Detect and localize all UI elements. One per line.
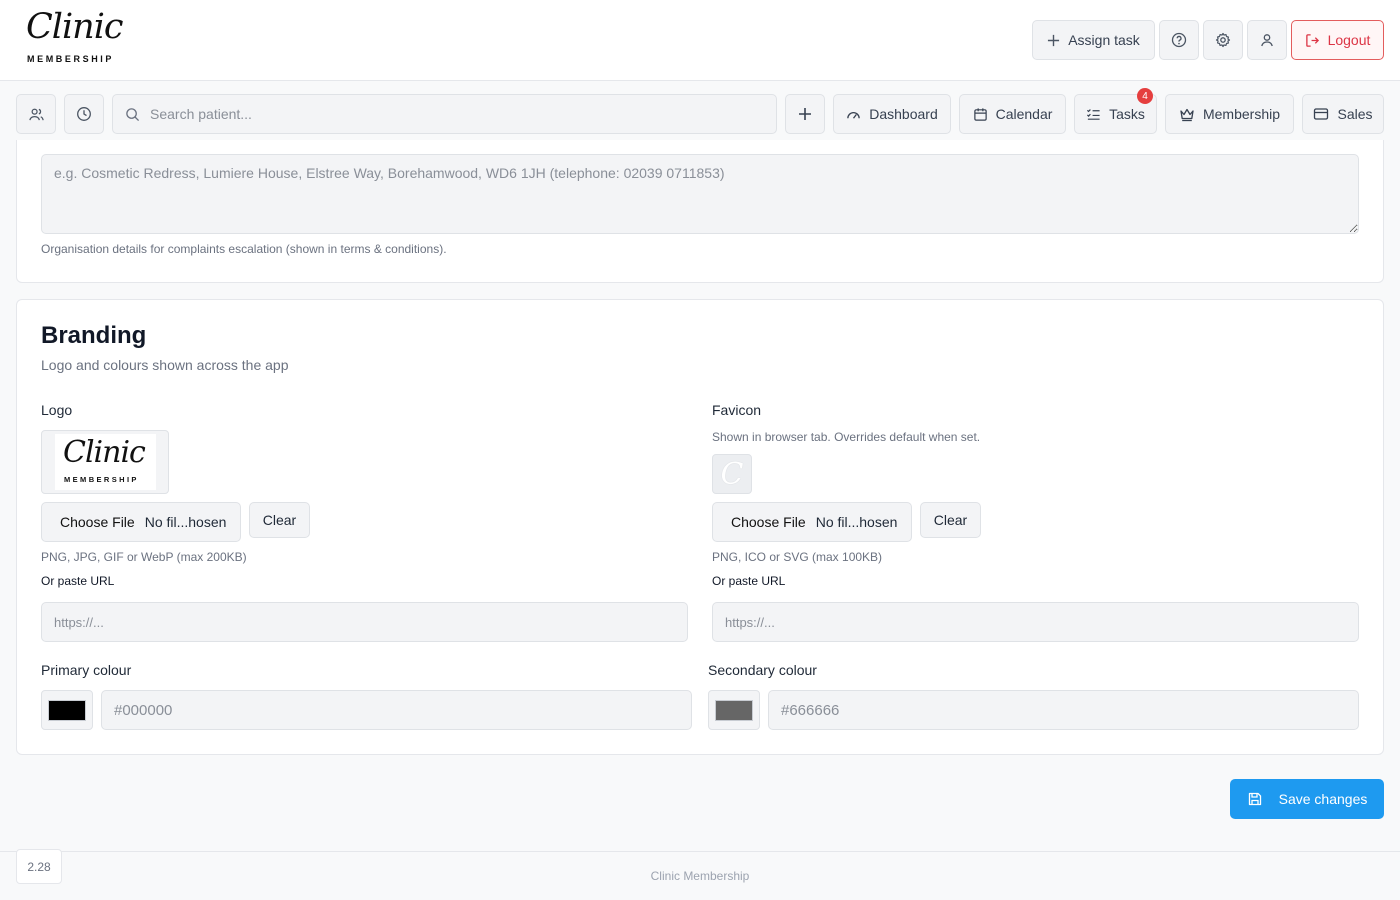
- nav-tasks-label: Tasks: [1109, 106, 1145, 122]
- top-bar: Clinic MEMBERSHIP Assign task Logout: [0, 0, 1400, 81]
- complaints-address-input[interactable]: [41, 154, 1359, 234]
- nav-calendar[interactable]: Calendar: [959, 94, 1066, 134]
- assign-task-label: Assign task: [1068, 32, 1140, 48]
- secondary-colour-swatch: [715, 700, 753, 721]
- primary-colour-input[interactable]: [101, 690, 692, 730]
- branding-subtitle: Logo and colours shown across the app: [41, 357, 289, 373]
- logout-icon: [1305, 33, 1319, 47]
- favicon-file-status: No fil...hosen: [815, 514, 898, 530]
- complaints-card: Organisation details for complaints esca…: [16, 140, 1384, 283]
- profile-button[interactable]: [1247, 20, 1287, 60]
- plus-icon: [1048, 34, 1060, 46]
- secondary-colour-input[interactable]: [768, 690, 1359, 730]
- logo-url-input[interactable]: [41, 602, 688, 642]
- primary-colour-label: Primary colour: [41, 662, 132, 678]
- gear-icon: [1215, 32, 1231, 48]
- logout-label: Logout: [1327, 32, 1371, 48]
- favicon-file-input[interactable]: Choose File No fil...hosen: [712, 502, 912, 542]
- nav-bar: Dashboard Calendar Tasks 4 Membership Sa…: [0, 81, 1400, 147]
- primary-colour-swatch: [48, 700, 86, 721]
- nav-sales[interactable]: Sales: [1302, 94, 1384, 134]
- logo-script-text: Clinic: [26, 7, 124, 47]
- footer: Clinic Membership: [0, 851, 1400, 900]
- crown-icon: [1180, 108, 1194, 121]
- logo-choose-file[interactable]: Choose File: [42, 514, 145, 530]
- nav-tasks[interactable]: Tasks 4: [1074, 88, 1157, 134]
- search-icon: [126, 107, 140, 121]
- checklist-icon: [1087, 108, 1100, 120]
- nav-membership-label: Membership: [1202, 106, 1281, 122]
- favicon-choose-file[interactable]: Choose File: [713, 514, 816, 530]
- version-badge: 2.28: [16, 849, 62, 884]
- save-icon: [1248, 792, 1261, 806]
- favicon-preview: C: [712, 454, 752, 494]
- branding-title: Branding: [41, 322, 147, 349]
- favicon-description: Shown in browser tab. Overrides default …: [712, 430, 981, 444]
- logo-preview: Clinic MEMBERSHIP: [41, 430, 169, 494]
- add-button[interactable]: [785, 94, 825, 134]
- complaints-help-text: Organisation details for complaints esca…: [41, 242, 447, 256]
- favicon-help-text: PNG, ICO or SVG (max 100KB): [712, 550, 883, 564]
- favicon-clear-button[interactable]: Clear: [920, 502, 981, 538]
- history-button[interactable]: [64, 94, 104, 134]
- logo-file-status: No fil...hosen: [144, 514, 227, 530]
- logo-clear-button[interactable]: Clear: [249, 502, 310, 538]
- logout-button[interactable]: Logout: [1291, 20, 1384, 60]
- settings-button[interactable]: [1203, 20, 1243, 60]
- logo-label: Logo: [41, 402, 73, 418]
- nav-dashboard-label: Dashboard: [869, 106, 938, 122]
- nav-membership[interactable]: Membership: [1165, 94, 1294, 134]
- plus-icon: [799, 108, 811, 120]
- logo-help-text: PNG, JPG, GIF or WebP (max 200KB): [41, 550, 247, 564]
- gauge-icon: [847, 111, 861, 119]
- app-logo[interactable]: Clinic MEMBERSHIP: [24, 7, 128, 68]
- save-changes-label: Save changes: [1278, 791, 1368, 807]
- nav-sales-label: Sales: [1337, 106, 1373, 122]
- favicon-preview-glyph: C: [720, 456, 744, 492]
- save-changes-button[interactable]: Save changes: [1230, 779, 1384, 819]
- credit-card-icon: [1314, 108, 1329, 120]
- assign-task-button[interactable]: Assign task: [1032, 20, 1155, 60]
- patients-button[interactable]: [16, 94, 56, 134]
- calendar-icon: [973, 107, 987, 121]
- help-button[interactable]: [1159, 20, 1199, 60]
- logo-url-label: Or paste URL: [41, 574, 115, 588]
- favicon-url-label: Or paste URL: [712, 574, 786, 588]
- logo-preview-script: Clinic: [63, 435, 146, 470]
- logo-preview-sub: MEMBERSHIP: [64, 475, 139, 484]
- search-input[interactable]: [150, 106, 750, 122]
- help-circle-icon: [1171, 32, 1187, 48]
- user-icon: [1261, 34, 1273, 47]
- primary-colour-picker[interactable]: [41, 690, 93, 730]
- logo-sub-text: MEMBERSHIP: [27, 54, 115, 64]
- clock-icon: [77, 107, 91, 121]
- nav-calendar-label: Calendar: [995, 106, 1053, 122]
- secondary-colour-picker[interactable]: [708, 690, 760, 730]
- nav-dashboard[interactable]: Dashboard: [833, 94, 951, 134]
- logo-file-input[interactable]: Choose File No fil...hosen: [41, 502, 241, 542]
- patient-search[interactable]: [112, 94, 777, 134]
- favicon-label: Favicon: [712, 402, 762, 418]
- secondary-colour-label: Secondary colour: [708, 662, 817, 678]
- users-icon: [28, 108, 44, 120]
- footer-text: Clinic Membership: [650, 869, 750, 883]
- favicon-url-input[interactable]: [712, 602, 1359, 642]
- branding-card: Branding Logo and colours shown across t…: [16, 299, 1384, 755]
- tasks-count-badge: 4: [1137, 88, 1153, 104]
